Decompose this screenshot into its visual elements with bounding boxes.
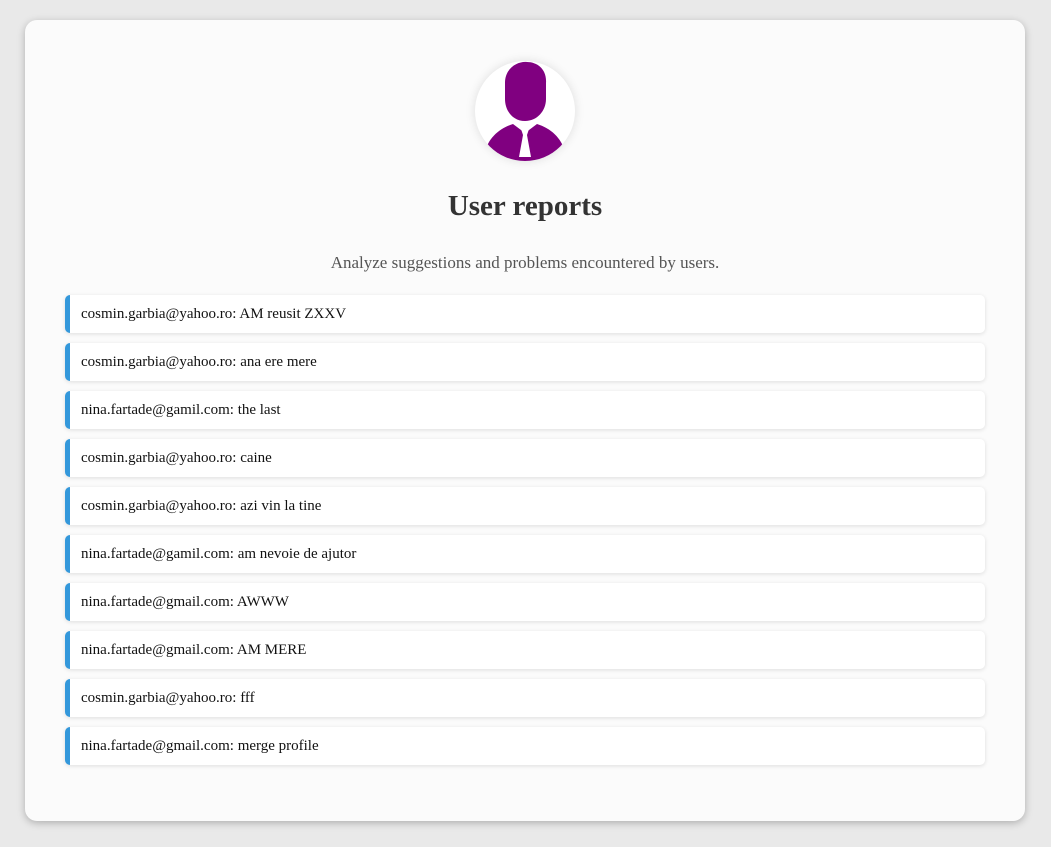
report-message: AWWW bbox=[236, 594, 289, 610]
report-message: am nevoie de ajutor bbox=[237, 546, 357, 562]
report-email: nina.fartade@gamil.com bbox=[81, 546, 230, 562]
report-message: AM MERE bbox=[236, 642, 307, 658]
report-email: cosmin.garbia@yahoo.ro bbox=[81, 354, 233, 370]
report-item: cosmin.garbia@yahoo.ro: azi vin la tine bbox=[65, 487, 985, 525]
report-message: ana ere mere bbox=[240, 354, 317, 370]
report-item: nina.fartade@gamil.com: the last bbox=[65, 391, 985, 429]
report-email: cosmin.garbia@yahoo.ro bbox=[81, 450, 233, 466]
page-title: User reports bbox=[447, 190, 603, 222]
report-message: fff bbox=[240, 690, 255, 706]
report-message: the last bbox=[237, 402, 281, 418]
report-email: cosmin.garbia@yahoo.ro bbox=[81, 306, 233, 322]
report-item: cosmin.garbia@yahoo.ro: ana ere mere bbox=[65, 343, 985, 381]
report-message: caine bbox=[240, 450, 272, 466]
report-item: nina.fartade@gmail.com: AWWW bbox=[65, 583, 985, 621]
report-email: nina.fartade@gmail.com bbox=[81, 642, 230, 658]
report-item: nina.fartade@gmail.com: AM MERE bbox=[65, 631, 985, 669]
report-email: cosmin.garbia@yahoo.ro bbox=[81, 690, 233, 706]
report-email: cosmin.garbia@yahoo.ro bbox=[81, 498, 233, 514]
report-list: cosmin.garbia@yahoo.ro: AM reusit ZXXV c… bbox=[65, 295, 985, 775]
user-silhouette-icon bbox=[483, 61, 567, 161]
report-item: nina.fartade@gmail.com: merge profile bbox=[65, 727, 985, 765]
avatar bbox=[475, 61, 575, 161]
report-message: merge profile bbox=[237, 738, 319, 754]
report-message: azi vin la tine bbox=[240, 498, 322, 514]
report-item: nina.fartade@gamil.com: am nevoie de aju… bbox=[65, 535, 985, 573]
report-message: AM reusit ZXXV bbox=[239, 306, 347, 322]
report-item: cosmin.garbia@yahoo.ro: AM reusit ZXXV bbox=[65, 295, 985, 333]
report-email: nina.fartade@gamil.com bbox=[81, 402, 230, 418]
report-email: nina.fartade@gmail.com bbox=[81, 738, 230, 754]
report-item: cosmin.garbia@yahoo.ro: fff bbox=[65, 679, 985, 717]
page-subtitle: Analyze suggestions and problems encount… bbox=[330, 253, 720, 272]
report-item: cosmin.garbia@yahoo.ro: caine bbox=[65, 439, 985, 477]
report-email: nina.fartade@gmail.com bbox=[81, 594, 230, 610]
